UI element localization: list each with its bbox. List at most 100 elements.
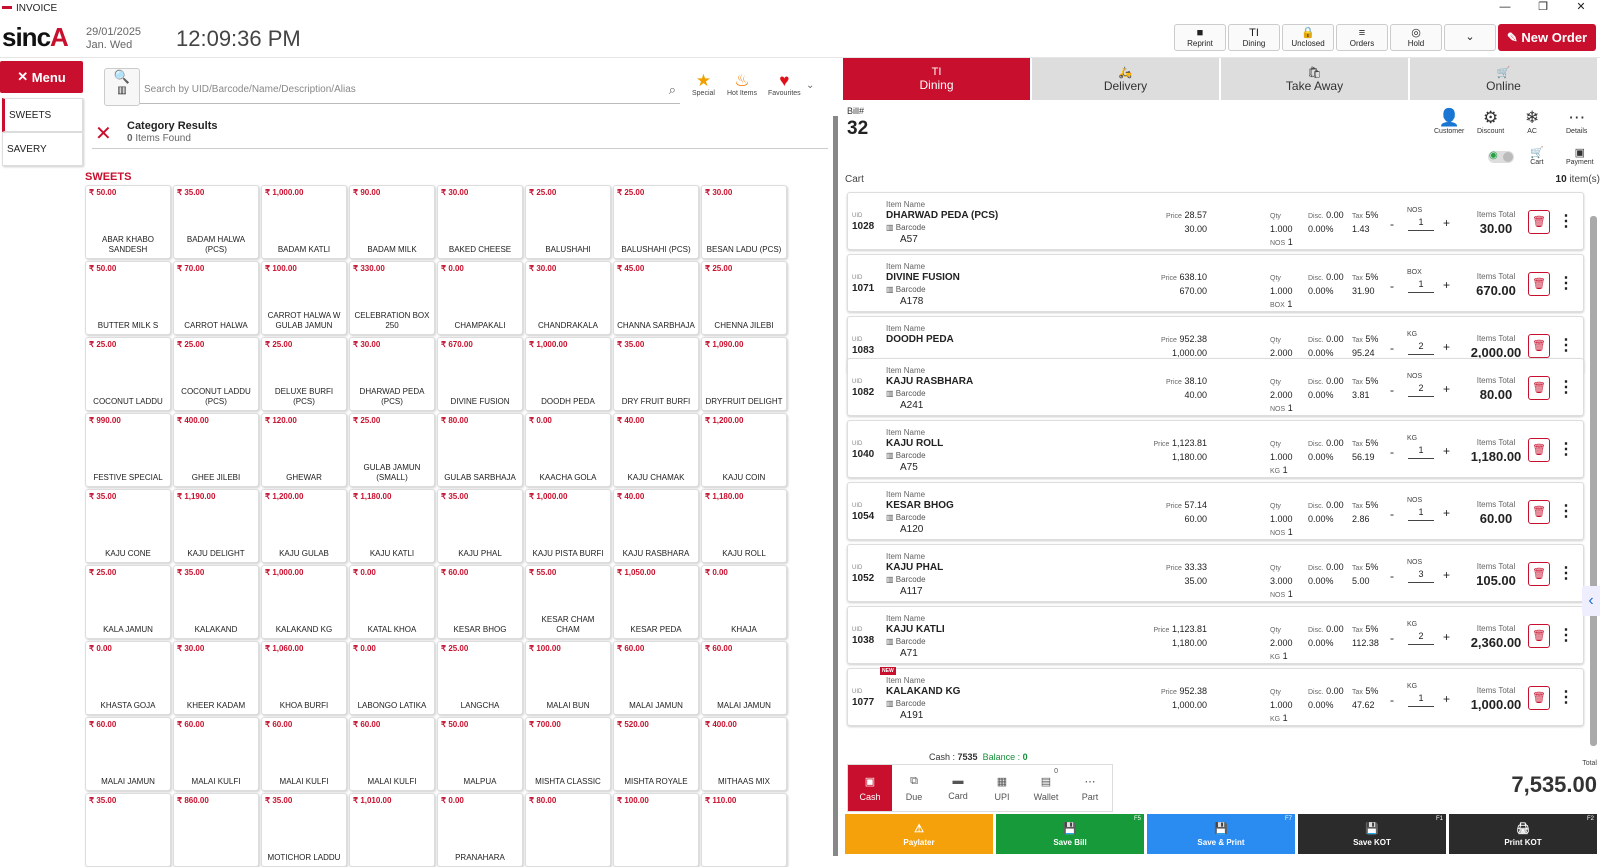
product-tile[interactable]: ₹ 25.00 COCONUT LADDU	[85, 337, 171, 411]
product-tile[interactable]: ₹ 1,060.00 KHOA BURFI	[261, 641, 347, 715]
delete-button[interactable]: 🗑	[1528, 376, 1550, 400]
more-vertical-icon[interactable]: ⋮	[1558, 563, 1574, 583]
decrement-button[interactable]: -	[1390, 279, 1394, 293]
scrollbar[interactable]	[1590, 216, 1597, 746]
decrement-button[interactable]: -	[1390, 569, 1394, 583]
product-tile[interactable]: ₹ 25.00 GULAB JAMUN (SMALL)	[349, 413, 435, 487]
product-tile[interactable]: ₹ 25.00 BALUSHAHI (PCS)	[613, 185, 699, 259]
pay-due[interactable]: ⧉ Due	[892, 765, 936, 811]
more-vertical-icon[interactable]: ⋮	[1558, 211, 1574, 231]
product-tile[interactable]: ₹ 1,180.00 KAJU KATLI	[349, 489, 435, 563]
product-tile[interactable]: ₹ 80.00 GULAB SARBHAJA	[437, 413, 523, 487]
delete-button[interactable]: 🗑	[1528, 272, 1550, 296]
product-tile[interactable]: ₹ 30.00 KHEER KADAM	[173, 641, 259, 715]
special-filter[interactable]: ★ Special	[692, 72, 715, 98]
menu-button[interactable]: ✕ Menu	[0, 61, 83, 93]
increment-button[interactable]: +	[1443, 444, 1450, 458]
increment-button[interactable]: +	[1443, 506, 1450, 520]
paylater-button[interactable]: ⚠ Paylater	[845, 814, 993, 854]
favourites-filter[interactable]: ♥ Favourites	[768, 72, 801, 98]
dropdown-button[interactable]: ⌄	[1444, 24, 1496, 51]
product-tile[interactable]: ₹ 60.00 MALAI KULFI	[261, 717, 347, 791]
product-tile[interactable]: ₹ 40.00 KAJU RASBHARA	[613, 489, 699, 563]
ac-button[interactable]: ❄ AC	[1525, 108, 1539, 135]
delete-button[interactable]: 🗑	[1528, 686, 1550, 710]
tab-dining[interactable]: TI Dining	[843, 58, 1030, 100]
product-tile[interactable]: ₹ 1,000.00 BADAM KATLI	[261, 185, 347, 259]
increment-button[interactable]: +	[1443, 382, 1450, 396]
print-kot-button[interactable]: F2 🖨 Print KOT	[1449, 814, 1597, 854]
product-tile[interactable]: ₹ 60.00 MALAI KULFI	[173, 717, 259, 791]
tab-take-away[interactable]: 🛍 Take Away	[1221, 58, 1408, 100]
decrement-button[interactable]: -	[1390, 341, 1394, 355]
product-tile[interactable]: ₹ 700.00 MISHTA CLASSIC	[525, 717, 611, 791]
quantity-input[interactable]: 1	[1408, 279, 1434, 293]
product-tile[interactable]: ₹ 990.00 FESTIVE SPECIAL	[85, 413, 171, 487]
quantity-input[interactable]: 2	[1408, 631, 1434, 645]
product-tile[interactable]: ₹ 60.00 MALAI JAMUN	[701, 641, 787, 715]
hold-button[interactable]: ◎ Hold	[1390, 24, 1442, 51]
product-tile[interactable]: ₹ 120.00 GHEWAR	[261, 413, 347, 487]
product-tile[interactable]: ₹ 60.00 KESAR BHOG	[437, 565, 523, 639]
product-tile[interactable]: ₹ 35.00 KALAKAND	[173, 565, 259, 639]
scrollbar[interactable]	[833, 116, 838, 856]
search-input[interactable]: Search by UID/Barcode/Name/Description/A…	[140, 76, 680, 104]
product-tile[interactable]: ₹ 60.00 MALAI KULFI	[349, 717, 435, 791]
delete-button[interactable]: 🗑	[1528, 438, 1550, 462]
cart-row[interactable]: UID 1040 Item Name KAJU ROLL ▥ Barcode A75 Pri…	[847, 420, 1584, 478]
category-sweets[interactable]: SWEETS	[2, 98, 83, 132]
pay-upi[interactable]: ▦ UPI	[980, 765, 1024, 811]
product-tile[interactable]: ₹ 0.00 KHASTA GOJA	[85, 641, 171, 715]
hot-items-filter[interactable]: ♨ Hot Items	[727, 72, 757, 98]
decrement-button[interactable]: -	[1390, 383, 1394, 397]
product-tile[interactable]: ₹ 25.00 LANGCHA	[437, 641, 523, 715]
cart-row[interactable]: UID 1054 Item Name KESAR BHOG ▥ Barcode A120 P…	[847, 482, 1584, 540]
delete-button[interactable]: 🗑	[1528, 334, 1550, 358]
product-tile[interactable]: ₹ 35.00 BADAM HALWA (PCS)	[173, 185, 259, 259]
decrement-button[interactable]: -	[1390, 445, 1394, 459]
product-tile[interactable]: ₹ 100.00 MALAI BUN	[525, 641, 611, 715]
chevron-left-icon[interactable]: ‹	[1582, 586, 1600, 616]
product-tile[interactable]: ₹ 25.00 CHENNA JILEBI	[701, 261, 787, 335]
product-tile[interactable]: ₹ 1,190.00 KAJU DELIGHT	[173, 489, 259, 563]
increment-button[interactable]: +	[1443, 568, 1450, 582]
category-savery[interactable]: SAVERY	[2, 132, 83, 166]
save-print-button[interactable]: F7 💾 Save & Print	[1147, 814, 1295, 854]
pay-card[interactable]: ▬ Card	[936, 765, 980, 811]
cart-row[interactable]: NEW UID 1077 Item Name KALAKAND KG ▥ Barcode A…	[847, 667, 1584, 726]
product-tile[interactable]: ₹ 1,200.00 KAJU GULAB	[261, 489, 347, 563]
product-tile[interactable]: ₹ 30.00 DHARWAD PEDA (PCS)	[349, 337, 435, 411]
product-tile[interactable]: ₹ 1,000.00 DOODH PEDA	[525, 337, 611, 411]
product-tile[interactable]: ₹ 35.00 KAJU PHAL	[437, 489, 523, 563]
product-tile[interactable]: ₹ 0.00 KHAJA	[701, 565, 787, 639]
more-vertical-icon[interactable]: ⋮	[1558, 377, 1574, 397]
product-tile[interactable]: ₹ 50.00 BUTTER MILK S	[85, 261, 171, 335]
product-tile[interactable]: ₹ 25.00 BALUSHAHI	[525, 185, 611, 259]
details-button[interactable]: ⋯ Details	[1566, 108, 1587, 135]
more-vertical-icon[interactable]: ⋮	[1558, 625, 1574, 645]
save-kot-button[interactable]: F1 💾 Save KOT	[1298, 814, 1446, 854]
product-tile[interactable]: ₹ 35.00 DRY FRUIT BURFI	[613, 337, 699, 411]
decrement-button[interactable]: -	[1390, 217, 1394, 231]
product-tile[interactable]: ₹ 0.00 LABONGO LATIKA	[349, 641, 435, 715]
quantity-input[interactable]: 3	[1408, 569, 1434, 583]
unclosed-button[interactable]: 🔒 Unclosed	[1282, 24, 1334, 51]
reprint-button[interactable]: ■ Reprint	[1174, 24, 1226, 51]
orders-button[interactable]: ≡ Orders	[1336, 24, 1388, 51]
cart-row[interactable]: UID 1052 Item Name KAJU PHAL ▥ Barcode A117 Pr…	[847, 544, 1584, 602]
tab-delivery[interactable]: 🛵 Delivery	[1032, 58, 1219, 100]
increment-button[interactable]: +	[1443, 692, 1450, 706]
quantity-input[interactable]: 1	[1408, 217, 1434, 231]
increment-button[interactable]: +	[1443, 630, 1450, 644]
product-tile[interactable]: ₹ 60.00 MALAI JAMUN	[613, 641, 699, 715]
increment-button[interactable]: +	[1443, 340, 1450, 354]
product-tile[interactable]: ₹ 40.00 KAJU CHAMAK	[613, 413, 699, 487]
tab-online[interactable]: 🛒 Online	[1410, 58, 1597, 100]
quantity-input[interactable]: 1	[1408, 445, 1434, 459]
more-vertical-icon[interactable]: ⋮	[1558, 439, 1574, 459]
chevron-down-icon[interactable]: ⌄	[806, 80, 814, 91]
cart-view-button[interactable]: 🛒 Cart	[1530, 146, 1544, 166]
cart-row[interactable]: UID 1082 Item Name KAJU RASBHARA ▥ Barcode A2…	[847, 358, 1584, 416]
product-tile[interactable]: ₹ 330.00 CELEBRATION BOX 250	[349, 261, 435, 335]
new-order-button[interactable]: ✎ New Order	[1498, 24, 1596, 51]
